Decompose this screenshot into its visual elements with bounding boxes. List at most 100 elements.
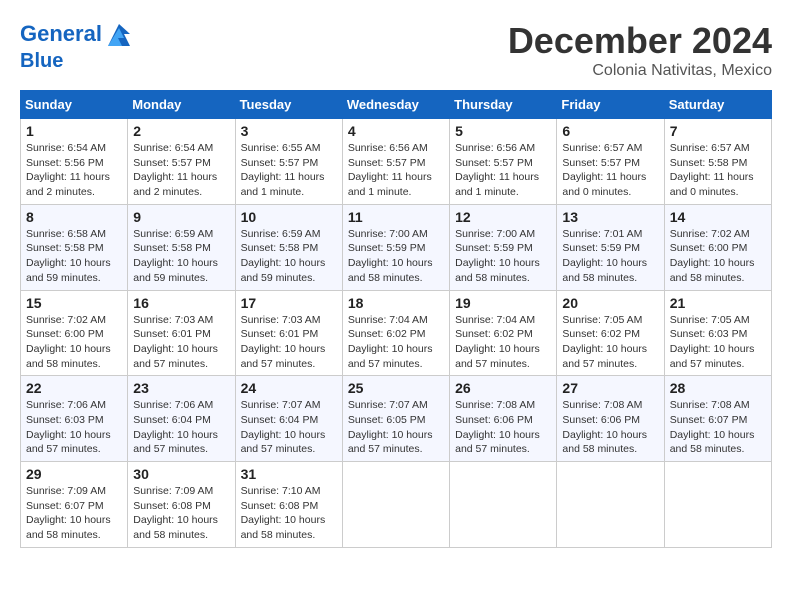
day-number: 15 [26, 295, 122, 311]
day-info: Sunrise: 7:06 AMSunset: 6:03 PMDaylight:… [26, 398, 122, 457]
day-cell-5: 5Sunrise: 6:56 AMSunset: 5:57 PMDaylight… [450, 119, 557, 205]
day-info: Sunrise: 7:05 AMSunset: 6:03 PMDaylight:… [670, 313, 766, 372]
empty-cell [450, 462, 557, 548]
day-info: Sunrise: 7:04 AMSunset: 6:02 PMDaylight:… [348, 313, 444, 372]
day-info: Sunrise: 6:56 AMSunset: 5:57 PMDaylight:… [455, 141, 551, 200]
weekday-header-row: SundayMondayTuesdayWednesdayThursdayFrid… [21, 91, 772, 119]
day-info: Sunrise: 7:06 AMSunset: 6:04 PMDaylight:… [133, 398, 229, 457]
day-cell-10: 10 Sunrise: 6:59 AMSunset: 5:58 PMDayligh… [235, 204, 342, 290]
day-cell-1: 1 Sunrise: 6:54 AMSunset: 5:56 PMDaylight… [21, 119, 128, 205]
day-cell-17: 17 Sunrise: 7:03 AMSunset: 6:01 PMDayligh… [235, 290, 342, 376]
day-info: Sunrise: 6:59 AMSunset: 5:58 PMDaylight:… [133, 227, 229, 286]
day-number: 18 [348, 295, 444, 311]
day-info: Sunrise: 7:00 AMSunset: 5:59 PMDaylight:… [348, 227, 444, 286]
day-cell-3: 3 Sunrise: 6:55 AMSunset: 5:57 PMDaylight… [235, 119, 342, 205]
day-info: Sunrise: 7:08 AMSunset: 6:07 PMDaylight:… [670, 398, 766, 457]
day-info: Sunrise: 7:00 AMSunset: 5:59 PMDaylight:… [455, 227, 551, 286]
calendar-body: 1 Sunrise: 6:54 AMSunset: 5:56 PMDaylight… [21, 119, 772, 548]
weekday-wednesday: Wednesday [342, 91, 449, 119]
weekday-thursday: Thursday [450, 91, 557, 119]
day-number: 25 [348, 380, 444, 396]
day-number: 31 [241, 466, 337, 482]
week-row-3: 15 Sunrise: 7:02 AMSunset: 6:00 PMDayligh… [21, 290, 772, 376]
day-cell-23: 23 Sunrise: 7:06 AMSunset: 6:04 PMDayligh… [128, 376, 235, 462]
day-number: 3 [241, 123, 337, 139]
logo-subtext: Blue [20, 50, 134, 72]
day-info: Sunrise: 7:10 AMSunset: 6:08 PMDaylight:… [241, 484, 337, 543]
day-cell-27: 27 Sunrise: 7:08 AMSunset: 6:06 PMDayligh… [557, 376, 664, 462]
day-cell-30: 30 Sunrise: 7:09 AMSunset: 6:08 PMDayligh… [128, 462, 235, 548]
day-number: 10 [241, 209, 337, 225]
day-cell-22: 22 Sunrise: 7:06 AMSunset: 6:03 PMDayligh… [21, 376, 128, 462]
weekday-tuesday: Tuesday [235, 91, 342, 119]
header: General Blue December 2024 Colonia Nativ… [20, 20, 772, 80]
day-number: 21 [670, 295, 766, 311]
day-cell-8: 8 Sunrise: 6:58 AMSunset: 5:58 PMDaylight… [21, 204, 128, 290]
logo: General Blue [20, 20, 134, 72]
week-row-2: 8 Sunrise: 6:58 AMSunset: 5:58 PMDaylight… [21, 204, 772, 290]
day-number: 14 [670, 209, 766, 225]
day-info: Sunrise: 6:59 AMSunset: 5:58 PMDaylight:… [241, 227, 337, 286]
day-cell-12: 12Sunrise: 7:00 AMSunset: 5:59 PMDayligh… [450, 204, 557, 290]
day-number: 27 [562, 380, 658, 396]
day-info: Sunrise: 7:08 AMSunset: 6:06 PMDaylight:… [455, 398, 551, 457]
day-info: Sunrise: 7:04 AMSunset: 6:02 PMDaylight:… [455, 313, 551, 372]
day-number: 6 [562, 123, 658, 139]
day-cell-6: 6 Sunrise: 6:57 AMSunset: 5:57 PMDaylight… [557, 119, 664, 205]
empty-cell [342, 462, 449, 548]
day-info: Sunrise: 7:07 AMSunset: 6:05 PMDaylight:… [348, 398, 444, 457]
day-cell-11: 11Sunrise: 7:00 AMSunset: 5:59 PMDayligh… [342, 204, 449, 290]
day-number: 8 [26, 209, 122, 225]
day-info: Sunrise: 7:03 AMSunset: 6:01 PMDaylight:… [241, 313, 337, 372]
day-number: 1 [26, 123, 122, 139]
day-info: Sunrise: 7:08 AMSunset: 6:06 PMDaylight:… [562, 398, 658, 457]
week-row-1: 1 Sunrise: 6:54 AMSunset: 5:56 PMDaylight… [21, 119, 772, 205]
logo-text: General [20, 20, 134, 50]
weekday-saturday: Saturday [664, 91, 771, 119]
calendar-table: SundayMondayTuesdayWednesdayThursdayFrid… [20, 90, 772, 548]
day-number: 20 [562, 295, 658, 311]
day-cell-29: 29 Sunrise: 7:09 AMSunset: 6:07 PMDayligh… [21, 462, 128, 548]
day-cell-24: 24Sunrise: 7:07 AMSunset: 6:04 PMDayligh… [235, 376, 342, 462]
day-cell-28: 28Sunrise: 7:08 AMSunset: 6:07 PMDayligh… [664, 376, 771, 462]
day-info: Sunrise: 6:55 AMSunset: 5:57 PMDaylight:… [241, 141, 337, 200]
day-info: Sunrise: 7:02 AMSunset: 6:00 PMDaylight:… [26, 313, 122, 372]
day-number: 9 [133, 209, 229, 225]
day-cell-14: 14 Sunrise: 7:02 AMSunset: 6:00 PMDayligh… [664, 204, 771, 290]
day-cell-4: 4Sunrise: 6:56 AMSunset: 5:57 PMDaylight… [342, 119, 449, 205]
subtitle: Colonia Nativitas, Mexico [508, 62, 772, 80]
day-info: Sunrise: 6:54 AMSunset: 5:56 PMDaylight:… [26, 141, 122, 200]
weekday-sunday: Sunday [21, 91, 128, 119]
week-row-4: 22 Sunrise: 7:06 AMSunset: 6:03 PMDayligh… [21, 376, 772, 462]
day-info: Sunrise: 7:05 AMSunset: 6:02 PMDaylight:… [562, 313, 658, 372]
day-number: 26 [455, 380, 551, 396]
day-cell-21: 21 Sunrise: 7:05 AMSunset: 6:03 PMDayligh… [664, 290, 771, 376]
empty-cell [664, 462, 771, 548]
day-info: Sunrise: 6:57 AMSunset: 5:57 PMDaylight:… [562, 141, 658, 200]
day-cell-26: 26 Sunrise: 7:08 AMSunset: 6:06 PMDayligh… [450, 376, 557, 462]
day-cell-9: 9 Sunrise: 6:59 AMSunset: 5:58 PMDaylight… [128, 204, 235, 290]
day-number: 23 [133, 380, 229, 396]
day-cell-13: 13Sunrise: 7:01 AMSunset: 5:59 PMDayligh… [557, 204, 664, 290]
title-block: December 2024 Colonia Nativitas, Mexico [508, 20, 772, 80]
empty-cell [557, 462, 664, 548]
day-info: Sunrise: 6:58 AMSunset: 5:58 PMDaylight:… [26, 227, 122, 286]
day-number: 30 [133, 466, 229, 482]
day-info: Sunrise: 7:09 AMSunset: 6:07 PMDaylight:… [26, 484, 122, 543]
day-cell-2: 2Sunrise: 6:54 AMSunset: 5:57 PMDaylight… [128, 119, 235, 205]
week-row-5: 29 Sunrise: 7:09 AMSunset: 6:07 PMDayligh… [21, 462, 772, 548]
day-info: Sunrise: 7:02 AMSunset: 6:00 PMDaylight:… [670, 227, 766, 286]
day-cell-16: 16Sunrise: 7:03 AMSunset: 6:01 PMDayligh… [128, 290, 235, 376]
day-cell-20: 20 Sunrise: 7:05 AMSunset: 6:02 PMDayligh… [557, 290, 664, 376]
month-title: December 2024 [508, 20, 772, 62]
day-number: 17 [241, 295, 337, 311]
day-number: 24 [241, 380, 337, 396]
day-cell-31: 31 Sunrise: 7:10 AMSunset: 6:08 PMDayligh… [235, 462, 342, 548]
day-number: 13 [562, 209, 658, 225]
day-number: 29 [26, 466, 122, 482]
day-cell-7: 7Sunrise: 6:57 AMSunset: 5:58 PMDaylight… [664, 119, 771, 205]
weekday-monday: Monday [128, 91, 235, 119]
day-info: Sunrise: 7:09 AMSunset: 6:08 PMDaylight:… [133, 484, 229, 543]
day-number: 22 [26, 380, 122, 396]
day-info: Sunrise: 6:57 AMSunset: 5:58 PMDaylight:… [670, 141, 766, 200]
